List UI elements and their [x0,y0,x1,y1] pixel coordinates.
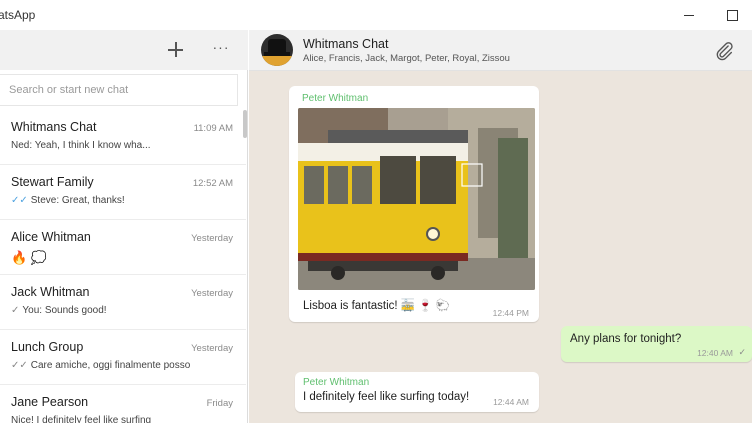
sender-name: Peter Whitman [302,93,369,104]
chat-list-item[interactable]: Jack Whitman Yesterday ✓ You: Sounds good… [0,275,246,330]
sent-tick-icon: ✓ [738,347,746,357]
outgoing-message[interactable]: Any plans for tonight? 12:40 AM ✓ [561,326,752,362]
chat-name: Whitmans Chat [11,120,97,134]
chat-time: Friday [206,398,233,409]
more-options-icon[interactable]: ··· [210,40,232,60]
message-time: 12:40 AM [697,348,733,358]
group-name[interactable]: Whitmans Chat [303,37,388,51]
sidebar-toolbar: ··· [0,30,248,70]
new-chat-plus-icon[interactable] [165,39,187,61]
chat-preview: Steve: Great, thanks! [30,195,125,206]
chat-time: Yesterday [191,343,233,354]
maximize-button[interactable] [722,6,742,24]
chat-preview: Care amiche, oggi finalmente posso [30,360,191,371]
chat-list: Whitmans Chat 11:09 AM Ned: Yeah, I thin… [0,110,246,423]
chat-list-scrollbar[interactable] [243,110,247,138]
message-text: I definitely feel like surfing today! [303,391,470,403]
chat-preview-container: ✓✓ Care amiche, oggi finalmente posso [11,360,236,371]
chat-name: Lunch Group [11,340,84,354]
incoming-message[interactable]: Peter Whitman I definitely feel like sur… [295,372,539,412]
chat-list-item[interactable]: Alice Whitman Yesterday 🔥 💭 [0,220,246,275]
chat-header: Whitmans Chat Alice, Francis, Jack, Marg… [249,30,752,71]
chat-name: Alice Whitman [11,230,91,244]
app-title: atsApp [0,8,36,22]
sender-name: Peter Whitman [303,377,370,388]
photo-message[interactable]: Peter Whitman Lisboa is fantastic! 🚋 🍷 � [289,86,539,322]
chat-preview: You: Sounds good! [22,305,107,316]
message-time: 12:44 PM [492,308,529,318]
chat-name: Stewart Family [11,175,94,189]
chat-preview-container: ✓✓ Steve: Great, thanks! [11,195,236,206]
chat-time: Yesterday [191,233,233,244]
delivered-tick-icon: ✓✓ [11,360,28,371]
paperclip-icon[interactable] [713,40,735,62]
chat-list-pane: ··· Whitmans Chat 11:09 AM Ned: Yeah, I … [0,30,248,423]
chat-preview: 🔥 💭 [11,250,47,265]
search-box[interactable] [0,74,238,106]
chat-list-item[interactable]: Stewart Family 12:52 AM ✓✓ Steve: Great, … [0,165,246,220]
search-input[interactable] [0,75,237,105]
group-members: Alice, Francis, Jack, Margot, Peter, Roy… [303,53,510,64]
chat-preview: Ned: Yeah, I think I know wha... [11,140,151,151]
tram-photo[interactable] [298,108,535,290]
sent-tick-icon: ✓ [11,305,20,316]
chat-time: Yesterday [191,288,233,299]
message-time: 12:44 AM [493,397,529,407]
photo-caption: Lisboa is fantastic! 🚋 🍷 🐑 [303,300,451,312]
message-text: Any plans for tonight? [570,333,682,345]
minimize-button[interactable] [679,6,699,24]
title-bar: atsApp [0,0,752,30]
chat-list-item[interactable]: Jane Pearson Friday Nice! I definitely f… [0,385,246,423]
chat-list-item[interactable]: Whitmans Chat 11:09 AM Ned: Yeah, I thin… [0,110,246,165]
chat-preview-container: ✓ You: Sounds good! [11,305,236,316]
chat-time: 12:52 AM [192,178,233,189]
group-avatar[interactable] [261,34,293,66]
chat-preview: Nice! I definitely feel like surfing [11,415,152,423]
chat-name: Jane Pearson [11,395,89,409]
read-receipt-icon: ✓✓ [11,195,28,206]
chat-list-item[interactable]: Lunch Group Yesterday ✓✓ Care amiche, ogg… [0,330,246,385]
chat-time: 11:09 AM [193,123,233,134]
chat-name: Jack Whitman [11,285,90,299]
